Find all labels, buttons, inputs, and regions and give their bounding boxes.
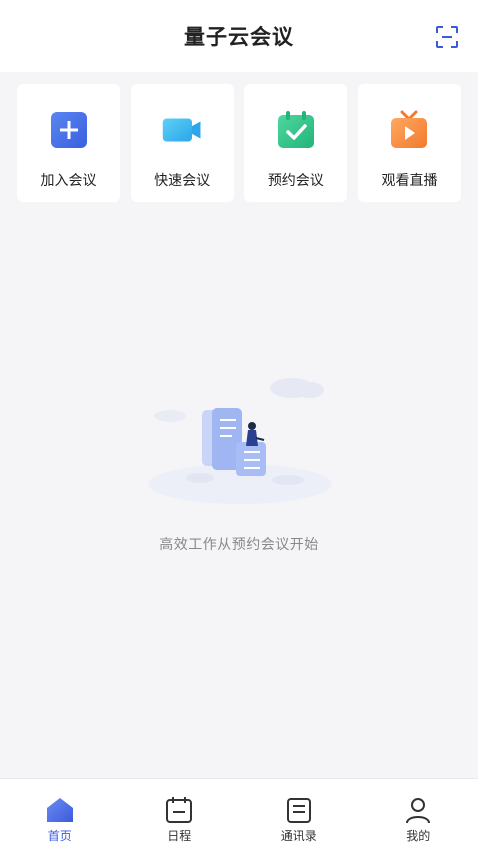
- plus-square-icon: [49, 110, 89, 150]
- tab-contacts-label: 通讯录: [280, 829, 317, 843]
- tab-home[interactable]: 首页: [20, 779, 100, 850]
- page-title: 量子云会议: [184, 25, 294, 49]
- join-meeting-button[interactable]: 加入会议: [17, 84, 120, 202]
- tab-profile-label: 我的: [406, 829, 431, 843]
- calendar-check-icon: [276, 110, 316, 150]
- user-icon: [402, 795, 434, 825]
- top-header: 量子云会议: [0, 0, 478, 72]
- watch-live-label: 观看直播: [381, 173, 438, 189]
- video-camera-icon: [162, 110, 202, 150]
- empty-state-illustration: [140, 368, 340, 508]
- quick-meeting-button[interactable]: 快速会议: [130, 84, 234, 202]
- home-icon: [44, 795, 76, 825]
- tab-contacts[interactable]: 通讯录: [259, 779, 339, 850]
- schedule-meeting-label: 预约会议: [267, 173, 324, 189]
- tab-schedule-label: 日程: [167, 829, 192, 843]
- tv-play-icon: [389, 110, 429, 150]
- tab-profile[interactable]: 我的: [378, 779, 458, 850]
- join-meeting-label: 加入会议: [40, 173, 97, 189]
- contacts-icon: [283, 795, 315, 825]
- empty-state-message: 高效工作从预约会议开始: [159, 537, 319, 553]
- tab-home-label: 首页: [47, 829, 72, 843]
- schedule-meeting-button[interactable]: 预约会议: [244, 84, 348, 202]
- scan-icon: [436, 26, 458, 48]
- quick-actions: 加入会议 快速会议 预约会议 观看直播: [17, 84, 461, 204]
- calendar-icon: [163, 795, 195, 825]
- watch-live-button[interactable]: 观看直播: [357, 84, 461, 202]
- scan-button[interactable]: [434, 24, 460, 50]
- quick-meeting-label: 快速会议: [154, 173, 211, 189]
- bottom-tab-bar: 首页 日程 通讯录 我的: [0, 778, 478, 850]
- tab-schedule[interactable]: 日程: [139, 779, 219, 850]
